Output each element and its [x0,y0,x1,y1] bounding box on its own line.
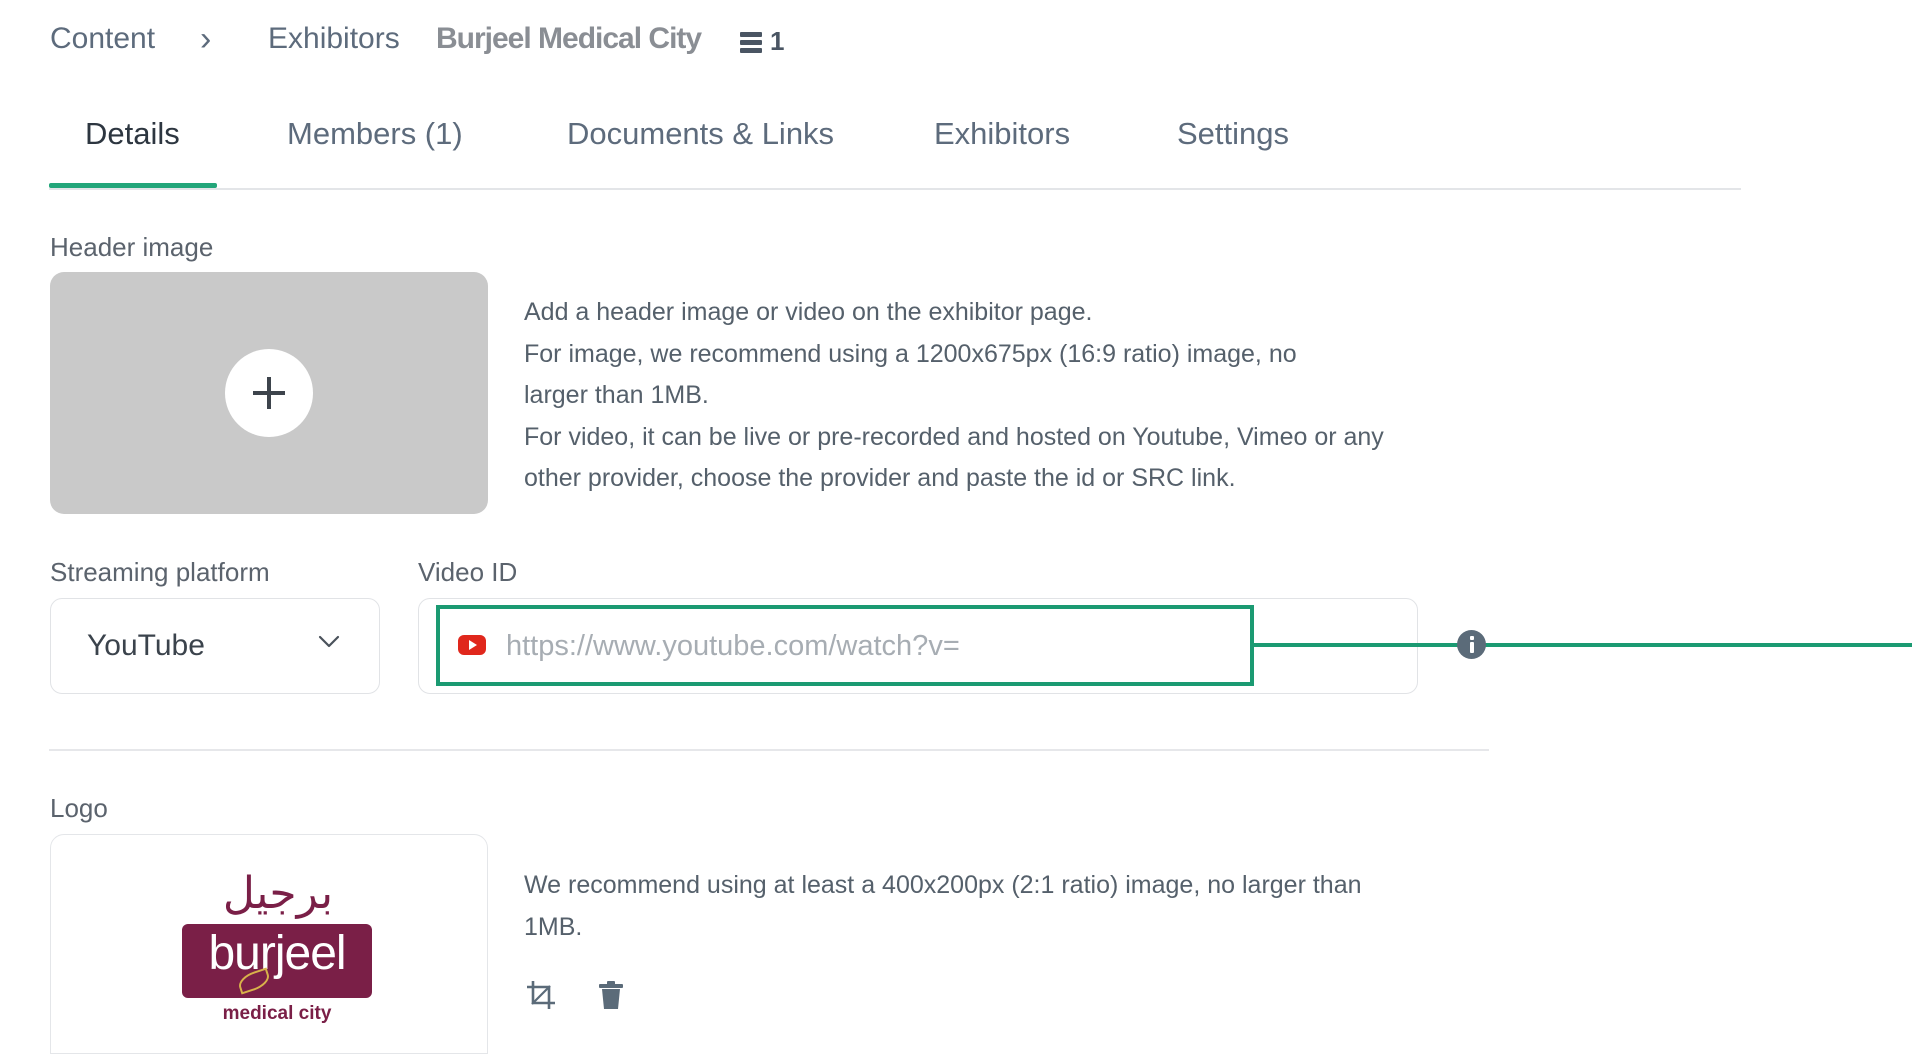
header-image-desc-line: For image, we recommend using a 1200x675… [524,339,1297,410]
logo-plate: burjeel [182,924,372,998]
breadcrumb-content-link[interactable]: Content [50,22,155,56]
logo-wordmark: burjeel [208,927,346,980]
annotation-connector-line [1254,643,1912,647]
breadcrumb-exhibitors-link[interactable]: Exhibitors [268,22,400,56]
header-image-dropzone[interactable] [50,272,488,514]
header-image-label: Header image [50,232,214,262]
list-icon [740,30,762,54]
plus-icon[interactable] [225,349,313,437]
youtube-icon [458,635,486,655]
tab-details[interactable]: Details [85,116,180,152]
breadcrumb-current: Burjeel Medical City [436,22,702,55]
streaming-platform-select[interactable]: YouTube [50,598,380,694]
section-divider [49,749,1489,751]
logo-subtitle: medical city [222,1003,332,1024]
item-count-value: 1 [770,26,785,56]
chevron-right-icon: › [200,20,212,58]
trash-icon[interactable] [594,978,628,1012]
logo-arabic-text: برجيل [222,868,334,919]
info-icon[interactable] [1457,630,1486,659]
tab-divider [49,188,1741,190]
item-count: 1 [740,26,784,57]
tab-documents-links[interactable]: Documents & Links [567,116,834,152]
tab-settings[interactable]: Settings [1177,116,1289,152]
header-image-desc-line: For video, it can be live or pre-recorde… [524,422,1384,493]
header-image-description: Add a header image or video on the exhib… [524,292,1424,500]
tab-members[interactable]: Members (1) [287,116,463,152]
logo-description: We recommend using at least a 400x200px … [524,871,1362,941]
crop-icon[interactable] [524,978,558,1012]
chevron-down-icon [318,635,340,648]
streaming-platform-label: Streaming platform [50,557,270,587]
header-image-desc-line: Add a header image or video on the exhib… [524,298,1093,326]
video-id-label: Video ID [418,557,518,587]
video-id-input[interactable] [506,624,1226,668]
tab-exhibitors[interactable]: Exhibitors [934,116,1070,152]
streaming-platform-value: YouTube [87,629,205,662]
logo-label: Logo [50,793,108,823]
